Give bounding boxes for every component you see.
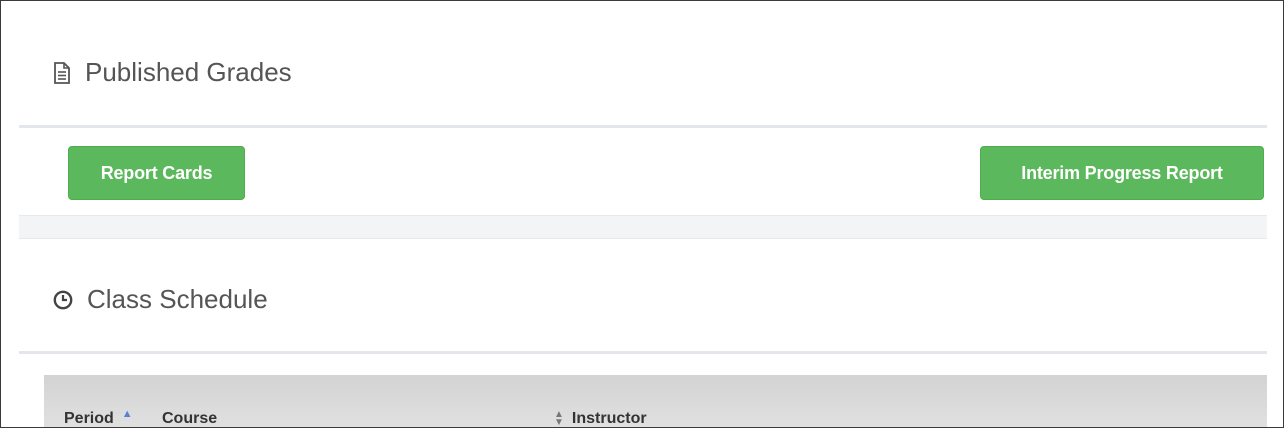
- column-header-period[interactable]: Period ▲: [64, 408, 133, 427]
- column-header-instructor[interactable]: ▲ ▼ Instructor: [554, 410, 647, 428]
- section-separator: [19, 215, 1267, 239]
- published-grades-header: Published Grades: [53, 57, 292, 88]
- report-cards-button[interactable]: Report Cards: [68, 146, 245, 200]
- class-schedule-header: Class Schedule: [53, 284, 268, 315]
- schedule-table-header: Period ▲ Course ▲ ▼ Instructor: [44, 375, 1267, 428]
- column-label: Period: [64, 410, 114, 427]
- interim-progress-report-button[interactable]: Interim Progress Report: [980, 146, 1264, 200]
- column-label: Course: [162, 410, 218, 427]
- column-header-course[interactable]: Course: [162, 410, 218, 427]
- page-frame: Published Grades Report Cards Interim Pr…: [0, 0, 1284, 428]
- sort-icon: ▲ ▼: [554, 409, 564, 428]
- section-divider: [19, 125, 1267, 128]
- clock-icon: [53, 290, 73, 310]
- class-schedule-title: Class Schedule: [87, 284, 268, 314]
- section-divider: [19, 351, 1267, 354]
- column-label: Instructor: [571, 410, 647, 427]
- published-grades-title: Published Grades: [85, 57, 292, 87]
- sort-ascending-icon: ▲: [121, 408, 133, 420]
- document-icon: [53, 61, 71, 84]
